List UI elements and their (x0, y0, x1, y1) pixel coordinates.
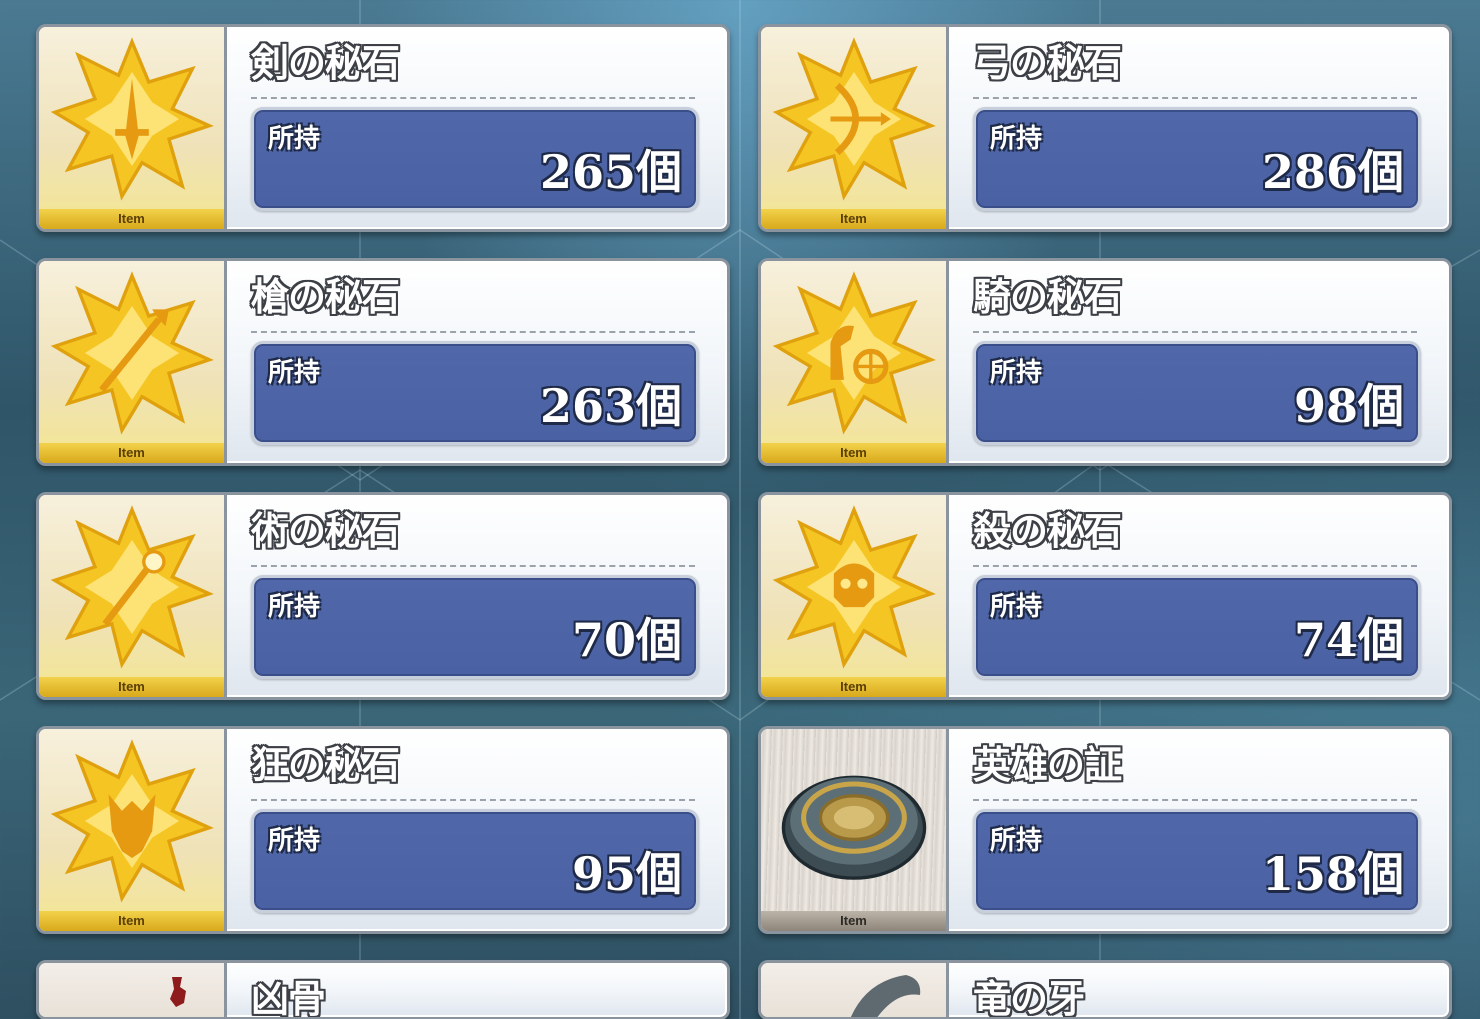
owned-count-box: 所持 265個 (251, 107, 699, 211)
item-thumbnail: Item (761, 729, 949, 931)
caster-gem-icon (50, 505, 214, 669)
item-card-saber-gem[interactable]: Item 剣の秘石 所持 265個 (36, 24, 730, 232)
item-name: 槍の秘石 (251, 275, 400, 319)
archer-gem-icon (772, 37, 936, 201)
item-card-dragon-fang[interactable]: 竜の牙 (758, 960, 1452, 1019)
evil-bone-icon (170, 977, 186, 1007)
owned-count-box: 所持 70個 (251, 575, 699, 679)
item-card-evil-bone[interactable]: 凶骨 (36, 960, 730, 1019)
item-name: 剣の秘石 (251, 41, 400, 85)
item-name: 狂の秘石 (251, 743, 400, 787)
divider (973, 565, 1417, 567)
owned-label: 所持 (268, 592, 321, 622)
item-thumbnail: Item (39, 27, 227, 229)
owned-count: 265個 (539, 145, 682, 199)
item-type-label: Item (39, 443, 224, 463)
owned-label: 所持 (990, 826, 1043, 856)
item-type-label: Item (761, 443, 946, 463)
divider (251, 331, 695, 333)
item-grid: Item 剣の秘石 所持 265個 Item 弓の秘石 所持 286個 Item… (36, 24, 1452, 1019)
item-card-rider-gem[interactable]: Item 騎の秘石 所持 98個 (758, 258, 1452, 466)
owned-label: 所持 (990, 124, 1043, 154)
item-type-label: Item (39, 911, 224, 931)
divider (973, 97, 1417, 99)
item-type-label: Item (39, 677, 224, 697)
item-card-assassin-gem[interactable]: Item 殺の秘石 所持 74個 (758, 492, 1452, 700)
owned-count: 158個 (1261, 847, 1404, 901)
item-card-berserker-gem[interactable]: Item 狂の秘石 所持 95個 (36, 726, 730, 934)
item-name: 竜の牙 (973, 977, 1085, 1019)
item-thumbnail: Item (761, 27, 949, 229)
item-card-lancer-gem[interactable]: Item 槍の秘石 所持 263個 (36, 258, 730, 466)
owned-label: 所持 (268, 124, 321, 154)
owned-label: 所持 (268, 826, 321, 856)
item-type-label: Item (761, 677, 946, 697)
owned-count-box: 所持 98個 (973, 341, 1421, 445)
item-thumbnail (39, 963, 227, 1017)
item-name: 術の秘石 (251, 509, 400, 553)
rider-gem-icon (772, 271, 936, 435)
item-thumbnail (761, 963, 949, 1017)
saber-gem-icon (50, 37, 214, 201)
owned-count-box: 所持 95個 (251, 809, 699, 913)
dragon-fang-icon (850, 975, 921, 1017)
item-name: 騎の秘石 (973, 275, 1122, 319)
owned-count: 74個 (1293, 613, 1404, 667)
item-thumbnail: Item (761, 495, 949, 697)
divider (973, 331, 1417, 333)
divider (251, 97, 695, 99)
owned-label: 所持 (990, 592, 1043, 622)
owned-count-box: 所持 74個 (973, 575, 1421, 679)
owned-count-box: 所持 158個 (973, 809, 1421, 913)
owned-count-box: 所持 263個 (251, 341, 699, 445)
proof-of-hero-icon (781, 775, 926, 880)
item-thumbnail: Item (39, 261, 227, 463)
owned-count: 286個 (1261, 145, 1404, 199)
item-name: 殺の秘石 (973, 509, 1122, 553)
divider (973, 799, 1417, 801)
owned-count: 98個 (1293, 379, 1404, 433)
item-thumbnail: Item (39, 729, 227, 931)
assassin-gem-icon (772, 505, 936, 669)
item-card-caster-gem[interactable]: Item 術の秘石 所持 70個 (36, 492, 730, 700)
item-card-proof-of-hero[interactable]: Item 英雄の証 所持 158個 (758, 726, 1452, 934)
owned-count: 263個 (539, 379, 682, 433)
owned-count: 95個 (571, 847, 682, 901)
item-type-label: Item (761, 209, 946, 229)
item-name: 弓の秘石 (973, 41, 1122, 85)
owned-label: 所持 (990, 358, 1043, 388)
owned-count: 70個 (571, 613, 682, 667)
item-type-label: Item (39, 209, 224, 229)
item-name: 英雄の証 (973, 743, 1122, 787)
berserker-gem-icon (50, 739, 214, 903)
item-thumbnail: Item (761, 261, 949, 463)
lancer-gem-icon (50, 271, 214, 435)
owned-label: 所持 (268, 358, 321, 388)
item-name: 凶骨 (251, 977, 326, 1019)
item-type-label: Item (761, 911, 946, 931)
divider (251, 799, 695, 801)
divider (251, 565, 695, 567)
owned-count-box: 所持 286個 (973, 107, 1421, 211)
item-card-archer-gem[interactable]: Item 弓の秘石 所持 286個 (758, 24, 1452, 232)
item-thumbnail: Item (39, 495, 227, 697)
